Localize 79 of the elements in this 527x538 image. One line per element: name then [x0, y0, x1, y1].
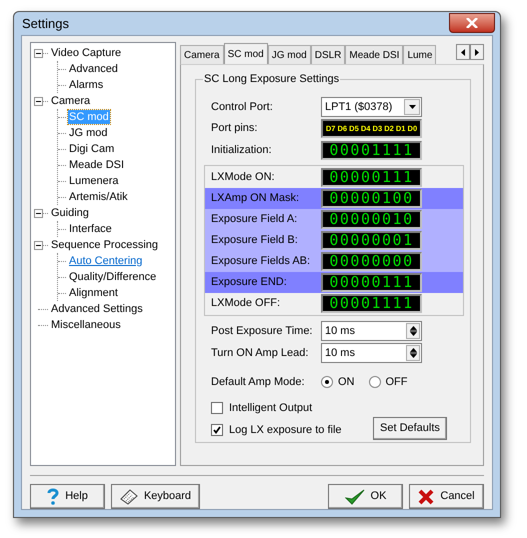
tree-item[interactable]: Camera	[50, 94, 92, 108]
tree-item[interactable]: Advanced Settings	[50, 302, 144, 316]
tree-item[interactable]: Lumenera	[68, 174, 120, 188]
tree-item[interactable]: Auto Centering	[68, 254, 144, 268]
collapse-toggle[interactable]	[34, 96, 43, 106]
tab[interactable]: Lume	[403, 45, 436, 64]
checkbox-option[interactable]: Log LX exposure to file	[211, 420, 371, 440]
close-icon	[466, 18, 478, 28]
tree-item[interactable]: Advanced	[68, 62, 119, 76]
tab[interactable]: SC mod	[224, 43, 268, 64]
field-label: Exposure Field A:	[211, 212, 298, 228]
check-icon	[213, 426, 221, 434]
keyboard-button[interactable]: Keyboard	[111, 484, 200, 509]
tree-item[interactable]: Sequence Processing	[50, 238, 160, 252]
field-label: Exposure Field B:	[211, 233, 299, 248]
field-label: LXAmp ON Mask:	[211, 191, 300, 206]
field-label: LXMode ON:	[211, 170, 276, 186]
led-display: 00000111	[321, 273, 422, 292]
help-button[interactable]: Help	[30, 484, 105, 509]
spin-field[interactable]: 10 ms	[321, 321, 422, 341]
group-title: SC Long Exposure Settings	[203, 72, 340, 86]
field-label: Port pins:	[211, 121, 258, 136]
ok-button[interactable]: OK	[328, 484, 403, 509]
field-label: Post Exposure Time:	[211, 324, 314, 339]
minus-icon	[36, 98, 41, 104]
minus-icon	[36, 242, 41, 248]
question-mark-icon	[47, 488, 60, 505]
field-label: Default Amp Mode:	[211, 374, 306, 390]
led-display: 00000010	[321, 210, 422, 229]
led-display: 00000000	[321, 252, 422, 271]
minus-icon	[36, 50, 41, 56]
tab[interactable]: DSLR	[310, 45, 346, 64]
collapse-toggle[interactable]	[34, 240, 43, 250]
tree-item[interactable]: Quality/Difference	[68, 270, 158, 284]
spinner-arrows-icon	[406, 323, 420, 339]
collapse-toggle[interactable]	[34, 208, 43, 218]
tree-item[interactable]: Digi Cam	[68, 142, 116, 156]
tree-item[interactable]: JG mod	[68, 126, 109, 140]
tab[interactable]: JG mod	[268, 45, 311, 64]
tree-item[interactable]: Alarms	[68, 78, 104, 92]
collapse-toggle[interactable]	[34, 48, 43, 58]
led-display: 00000001	[321, 231, 422, 250]
field-label: Exposure Fields AB:	[211, 254, 312, 270]
left-arrow-icon	[461, 48, 465, 56]
keyboard-icon	[120, 488, 138, 504]
checkbox-option[interactable]: Intelligent Output	[211, 398, 371, 418]
window-title: Settings	[21, 14, 69, 33]
tab[interactable]: Camera	[180, 45, 224, 64]
scroll-right-button[interactable]	[470, 44, 484, 60]
led-display: 00001111	[321, 141, 422, 160]
tree-item[interactable]: Meade DSI	[68, 158, 126, 172]
field-label: LXMode OFF:	[211, 296, 282, 312]
port-dropdown[interactable]: LPT1 ($0378)	[321, 97, 422, 117]
set-defaults-button[interactable]: Set Defaults	[373, 417, 447, 440]
tree-item[interactable]: Artemis/Atik	[68, 190, 129, 204]
tree-item[interactable]: Miscellaneous	[50, 318, 122, 332]
tree-item[interactable]: Interface	[68, 222, 113, 236]
minus-icon	[36, 210, 41, 216]
spin-field[interactable]: 10 ms	[321, 343, 422, 363]
field-label: Exposure END:	[211, 275, 288, 290]
scroll-left-button[interactable]	[456, 44, 470, 60]
field-label: Control Port:	[211, 100, 274, 115]
tree-item[interactable]: Video Capture	[50, 46, 122, 60]
field-label: Turn ON Amp Lead:	[211, 346, 310, 361]
right-arrow-icon	[475, 48, 479, 56]
tab[interactable]: Meade DSI	[345, 45, 404, 64]
cancel-button[interactable]: Cancel	[409, 484, 484, 509]
led-display: 00000100	[321, 189, 422, 208]
cross-icon	[418, 488, 434, 504]
tree-item[interactable]: Guiding	[50, 206, 90, 220]
radio-option[interactable]: OFF	[368, 374, 408, 390]
led-display: 00001111	[321, 294, 422, 313]
close-button[interactable]	[449, 12, 495, 32]
checkmark-icon	[344, 488, 365, 504]
field-label: Initialization:	[211, 143, 273, 158]
spinner-arrows-icon	[406, 345, 420, 361]
led-display: 00000111	[321, 168, 422, 187]
tree-item[interactable]: Alignment	[68, 286, 119, 300]
radio-option[interactable]: ON	[321, 374, 354, 390]
